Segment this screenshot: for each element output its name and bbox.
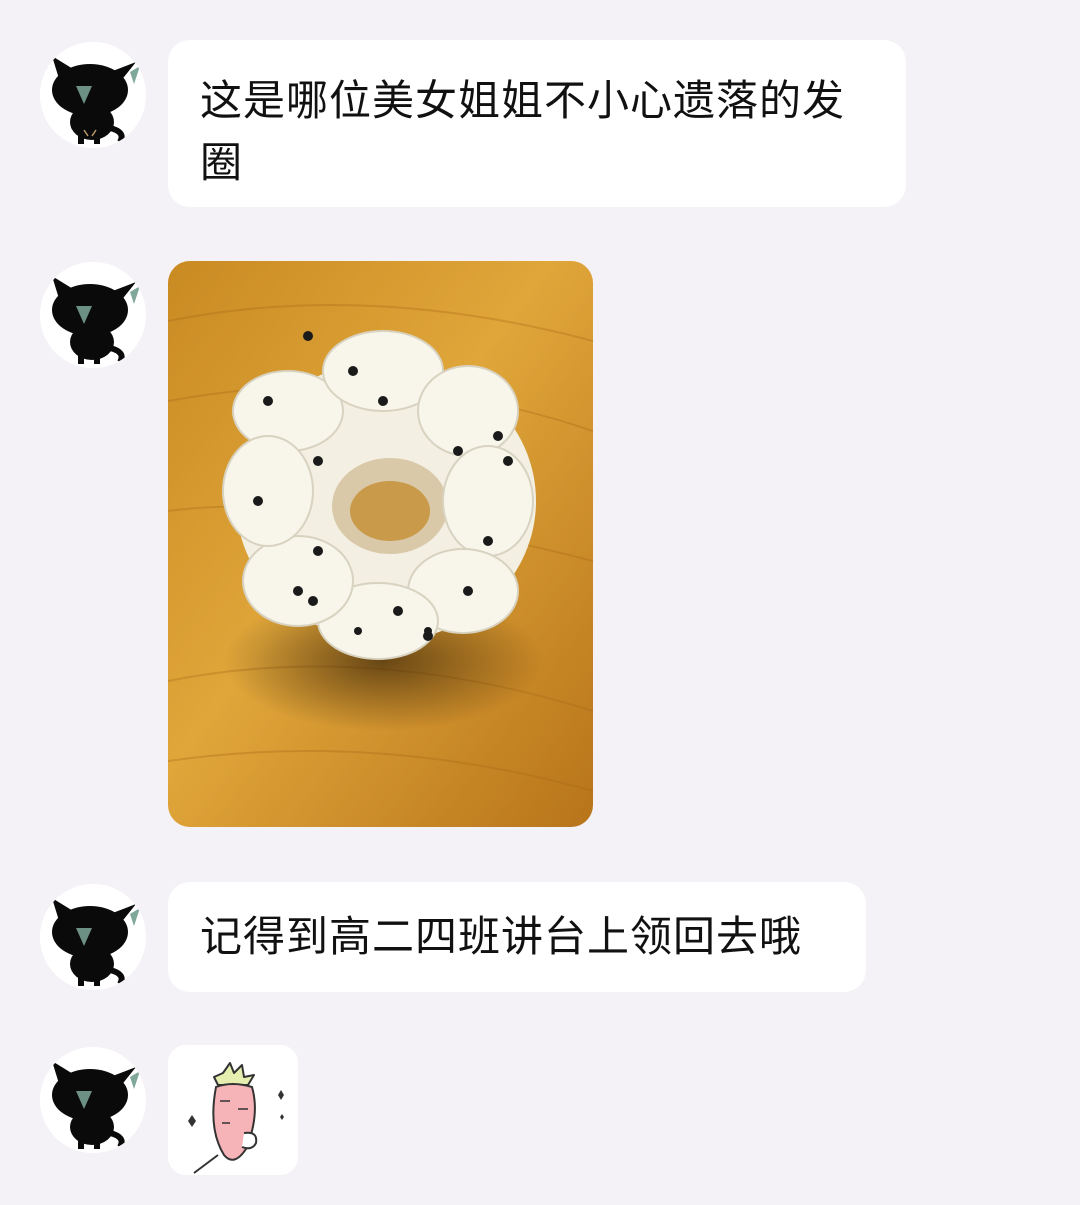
sender-avatar[interactable]: [40, 884, 146, 990]
black-cat-avatar-icon: [40, 1047, 146, 1153]
message-bubble[interactable]: 记得到高二四班讲台上领回去哦: [168, 882, 866, 992]
message-row-4: [0, 1045, 1080, 1180]
black-cat-avatar-icon: [40, 262, 146, 368]
message-text: 记得到高二四班讲台上领回去哦: [200, 912, 803, 961]
black-cat-avatar-icon: [40, 42, 146, 148]
carrot-sticker-icon: [168, 1045, 298, 1175]
message-bubble[interactable]: 这是哪位美女姐姐不小心遗落的发圈: [168, 40, 906, 207]
sender-avatar[interactable]: [40, 42, 146, 148]
message-text: 这是哪位美女姐姐不小心遗落的发圈: [200, 76, 846, 187]
message-row-2: [0, 260, 1080, 830]
image-message[interactable]: [168, 261, 593, 827]
black-cat-avatar-icon: [40, 884, 146, 990]
message-row-3: 记得到高二四班讲台上领回去哦: [0, 880, 1080, 995]
message-row-1: 这是哪位美女姐姐不小心遗落的发圈: [0, 40, 1080, 210]
sender-avatar[interactable]: [40, 1047, 146, 1153]
sender-avatar[interactable]: [40, 262, 146, 368]
scrunchie-photo: [168, 261, 593, 827]
sticker-message[interactable]: [168, 1045, 298, 1175]
